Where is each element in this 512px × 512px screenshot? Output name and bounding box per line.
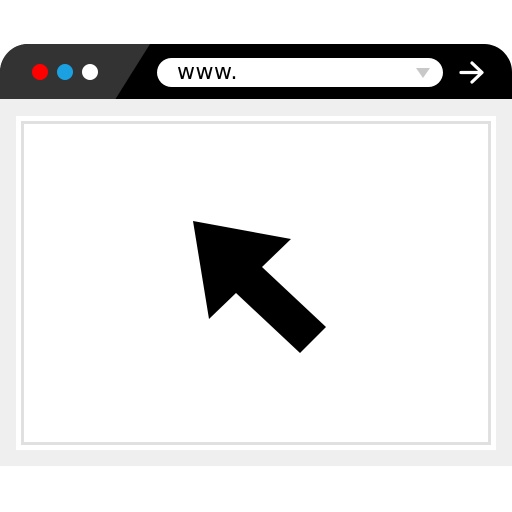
minimize-button[interactable] <box>57 64 73 80</box>
address-bar[interactable]: www. <box>157 58 443 87</box>
browser-window: www. <box>0 44 512 466</box>
window-controls-area <box>0 44 150 99</box>
title-bar: www. <box>0 44 512 99</box>
chevron-down-icon[interactable] <box>415 67 431 79</box>
page-viewport[interactable] <box>16 116 496 450</box>
page-content-frame <box>21 121 491 445</box>
arrow-right-icon[interactable] <box>456 58 488 87</box>
address-text: www. <box>177 60 238 85</box>
close-button[interactable] <box>32 64 48 80</box>
maximize-button[interactable] <box>82 64 98 80</box>
stage: www. <box>0 0 512 512</box>
